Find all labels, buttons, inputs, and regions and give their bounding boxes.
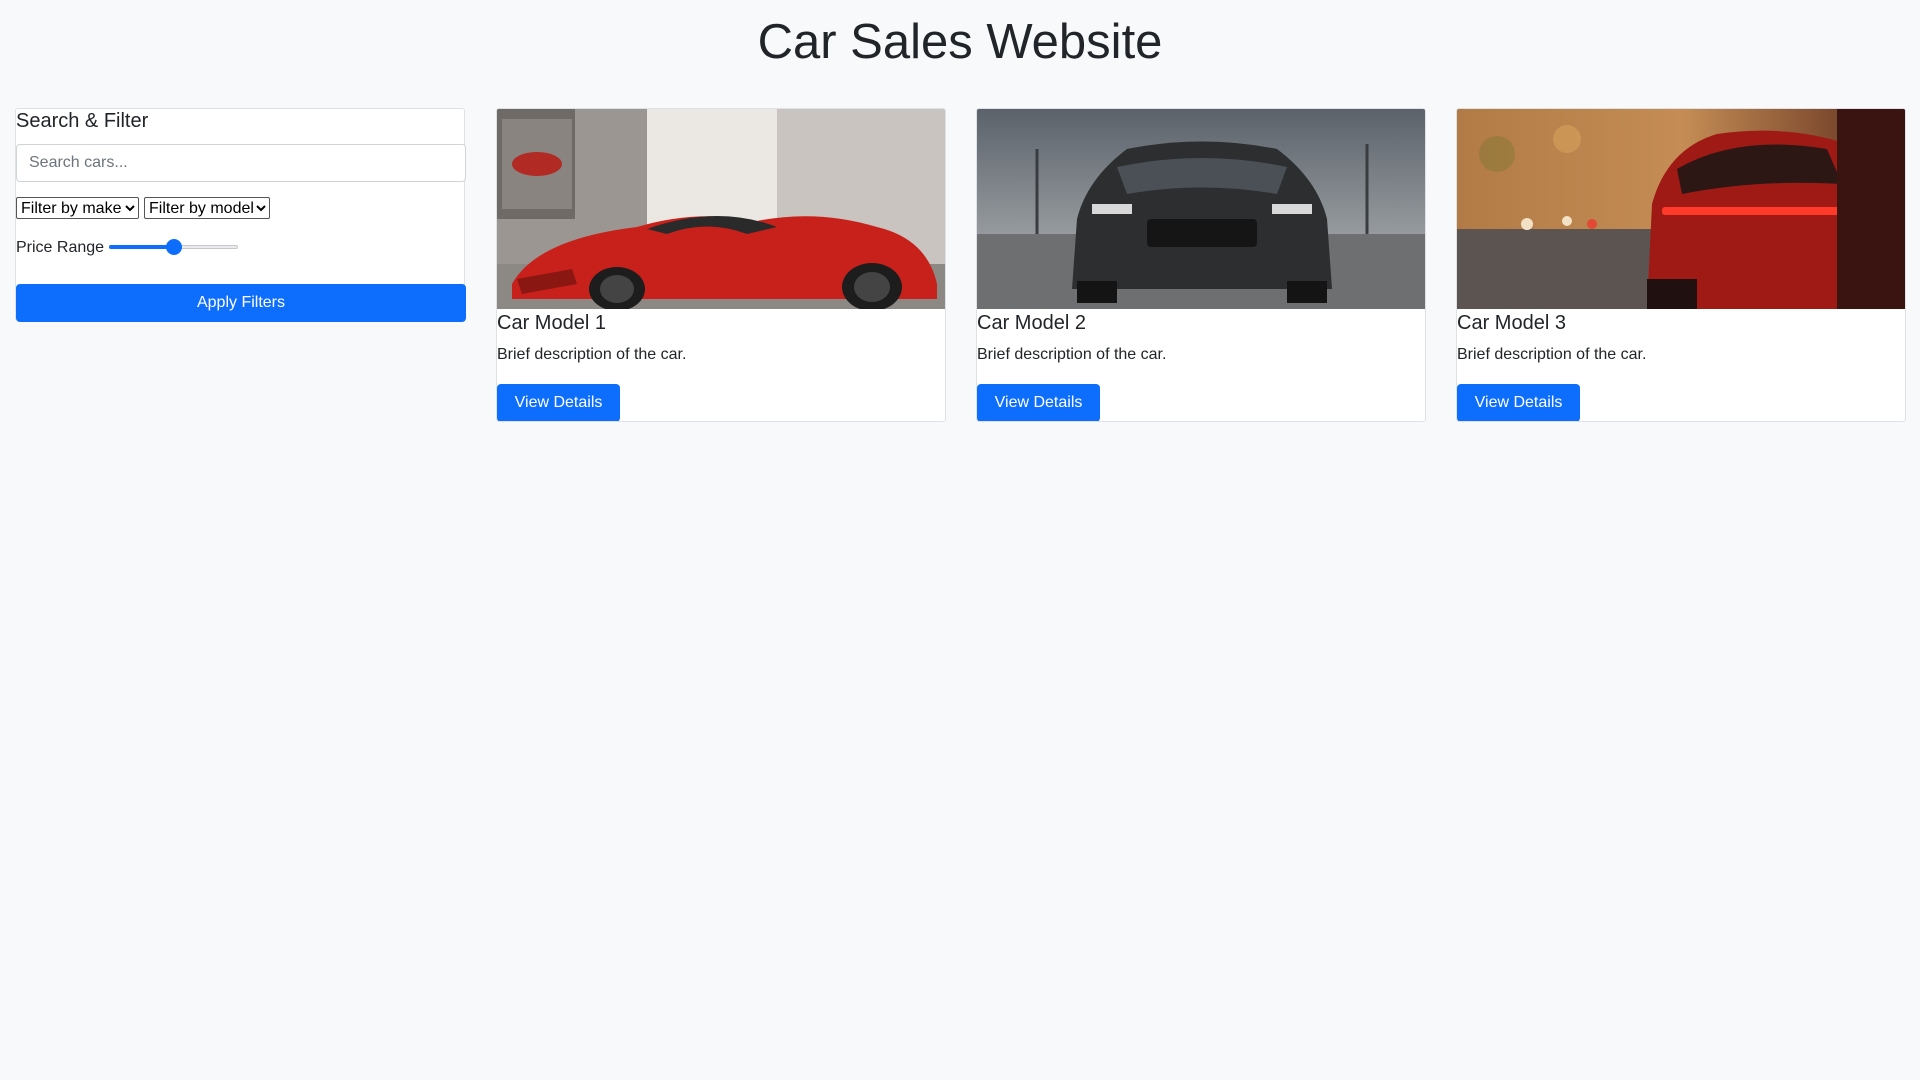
view-details-button[interactable]: View Details	[497, 384, 620, 421]
car-image-red-sedan-rear	[1457, 109, 1905, 309]
slider-fill	[109, 245, 174, 249]
car-title: Car Model 2	[977, 312, 1086, 334]
car-description: Brief description of the car.	[977, 346, 1167, 363]
price-range-label: Price Range	[16, 239, 105, 256]
car-card: Car Model 1 Brief description of the car…	[496, 108, 946, 422]
model-select[interactable]: Filter by model	[144, 197, 270, 219]
car-image-red-sports-car	[497, 109, 945, 309]
car-image-black-muscle-car	[977, 109, 1425, 309]
price-range-slider[interactable]	[109, 237, 238, 257]
search-input[interactable]	[16, 144, 466, 182]
car-card: Car Model 3 Brief description of the car…	[1456, 108, 1906, 422]
view-details-button[interactable]: View Details	[1457, 384, 1580, 421]
view-details-button[interactable]: View Details	[977, 384, 1100, 421]
page-title: Car Sales Website	[757, 15, 1163, 69]
car-description: Brief description of the car.	[497, 346, 687, 363]
filter-heading: Search & Filter	[16, 110, 149, 132]
car-title: Car Model 1	[497, 312, 606, 334]
apply-filters-button[interactable]: Apply Filters	[16, 284, 466, 322]
car-title: Car Model 3	[1457, 312, 1566, 334]
slider-thumb[interactable]	[165, 239, 182, 255]
search-filter-panel: Search & Filter Filter by make Filter by…	[15, 108, 466, 322]
car-card: Car Model 2 Brief description of the car…	[976, 108, 1426, 422]
make-select[interactable]: Filter by make	[16, 197, 139, 219]
car-description: Brief description of the car.	[1457, 346, 1647, 363]
